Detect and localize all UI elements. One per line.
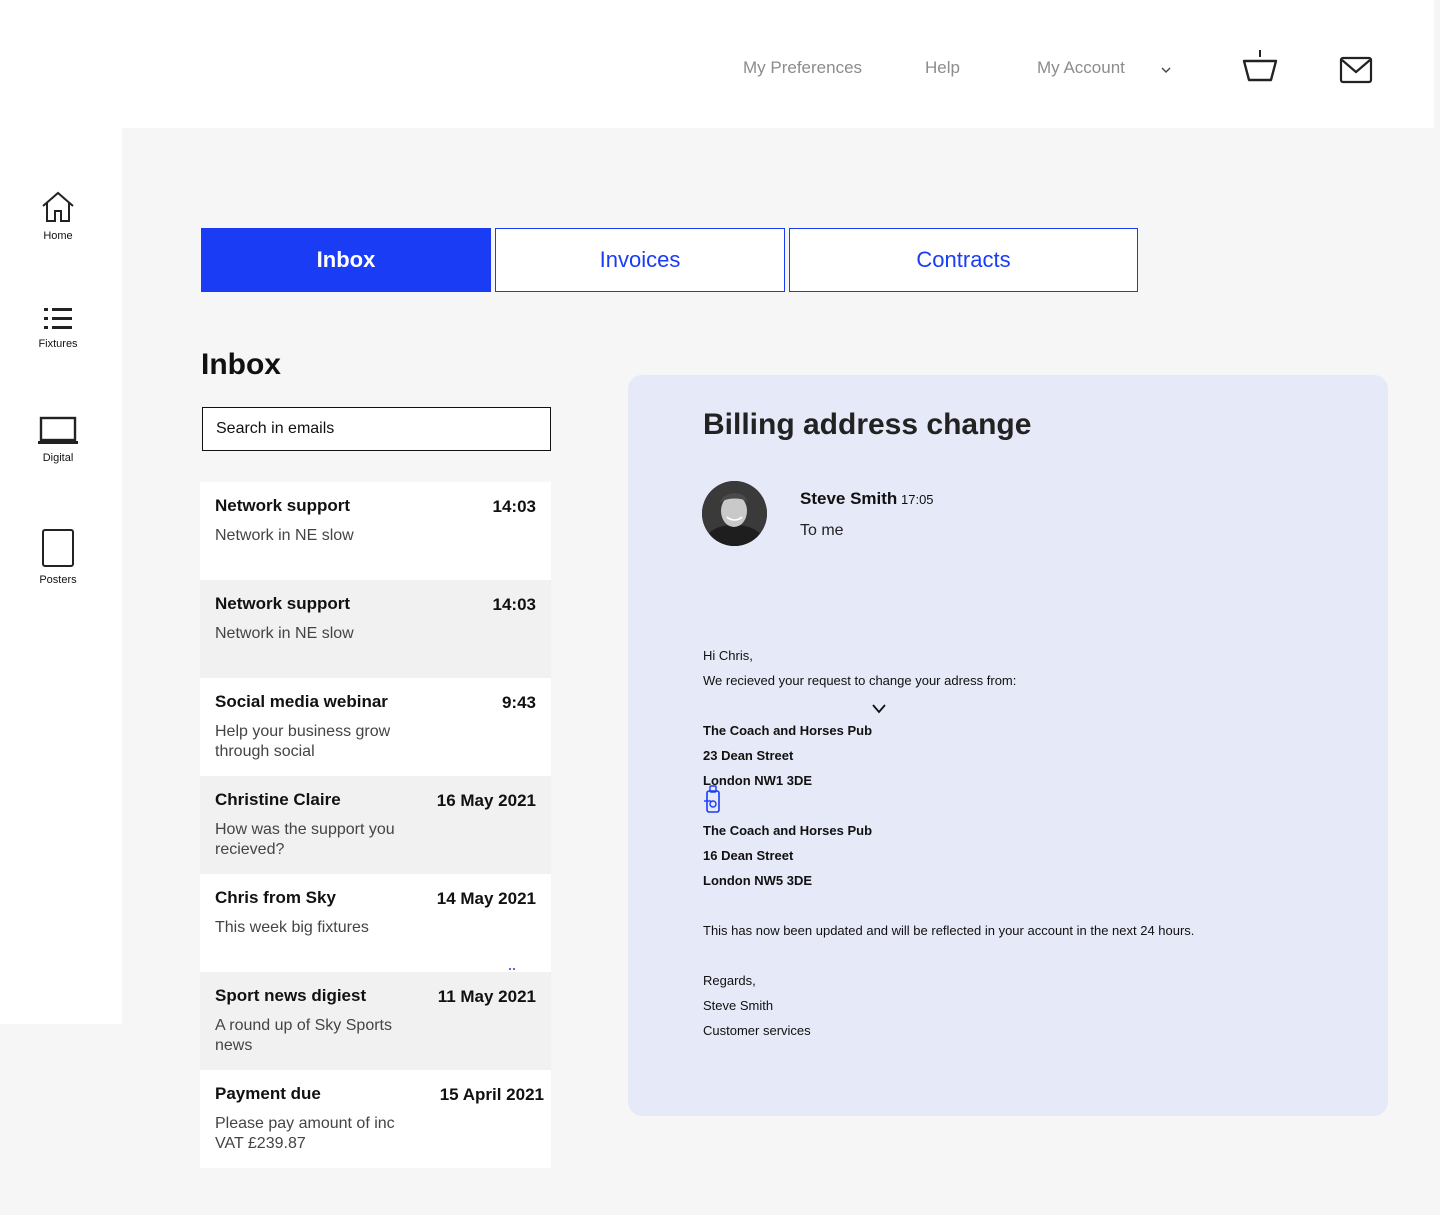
email-sender: Payment due (215, 1084, 321, 1103)
basket-icon[interactable] (1241, 48, 1279, 84)
help-link[interactable]: Help (925, 58, 960, 78)
paperclip-icon[interactable] (704, 784, 722, 814)
list-icon (44, 308, 72, 329)
email-preview: Help your business grow through social (215, 723, 391, 760)
list-item[interactable]: Payment due 15 April 2021 Please pay amo… (200, 1070, 551, 1168)
tab-invoices[interactable]: Invoices (495, 228, 785, 292)
top-header: My Preferences Help My Account (0, 0, 1434, 128)
message-signoff: Customer services (703, 1023, 811, 1038)
message-pane: Billing address change Steve Smith 17:05… (628, 375, 1388, 1116)
email-preview: This week big fixtures (215, 919, 369, 936)
search-input[interactable] (202, 407, 551, 451)
email-sender: Network support (215, 496, 351, 515)
sidebar-item-digital[interactable]: Digital (0, 416, 116, 464)
sidebar: Home Fixtures Digital Posters (0, 128, 122, 1024)
sidebar-item-posters[interactable]: Posters (0, 528, 116, 586)
scroll-marker-icon (509, 968, 515, 970)
tab-contracts[interactable]: Contracts (789, 228, 1138, 292)
new-address-line: 16 Dean Street (703, 848, 794, 863)
poster-icon (42, 529, 74, 567)
list-item[interactable]: Christine Claire 16 May 2021 How was the… (200, 776, 551, 874)
sidebar-item-fixtures[interactable]: Fixtures (0, 306, 116, 350)
email-time: 14 May 2021 (436, 889, 536, 908)
list-item[interactable]: Network support 14:03 Network in NE slow (200, 482, 551, 580)
message-signoff: Steve Smith (703, 998, 774, 1013)
message-recipient: To me (800, 522, 844, 539)
email-preview: How was the support you recieved? (215, 821, 395, 858)
message-intro: We recieved your request to change your … (703, 673, 1017, 688)
mail-icon[interactable] (1339, 56, 1373, 84)
message-signoff: Regards, (703, 973, 756, 988)
sidebar-item-label: Digital (42, 452, 74, 464)
message-sender: Steve Smith (800, 489, 898, 508)
laptop-icon (38, 416, 78, 444)
new-address-line: The Coach and Horses Pub (703, 823, 873, 838)
email-time: 16 May 2021 (436, 791, 536, 810)
sidebar-item-label: Home (43, 230, 73, 242)
chevron-down-icon[interactable] (871, 703, 887, 715)
new-address-line: London NW5 3DE (703, 873, 813, 888)
email-sender: Christine Claire (215, 790, 341, 809)
email-list: Network support 14:03 Network in NE slow… (200, 482, 551, 1168)
email-preview: A round up of Sky Sports news (215, 1017, 392, 1054)
tab-inbox[interactable]: Inbox (201, 228, 491, 292)
email-time: 14:03 (492, 497, 536, 516)
chevron-down-icon[interactable] (1158, 62, 1174, 78)
message-subject: Billing address change (703, 408, 1032, 441)
list-item[interactable]: Social media webinar 9:43 Help your busi… (200, 678, 551, 776)
list-item[interactable]: Sport news digiest 11 May 2021 A round u… (200, 972, 551, 1070)
home-icon (42, 191, 74, 222)
page-title: Inbox (201, 348, 281, 381)
email-sender: Network support (215, 594, 351, 613)
avatar (702, 481, 767, 546)
sidebar-item-label: Fixtures (38, 338, 78, 350)
email-sender: Social media webinar (215, 692, 388, 711)
message-time: 17:05 (901, 492, 934, 507)
list-item[interactable]: Chris from Sky 14 May 2021 This week big… (200, 874, 551, 972)
my-preferences-link[interactable]: My Preferences (743, 58, 862, 78)
message-greeting: Hi Chris, (703, 648, 753, 663)
message-body: This has now been updated and will be re… (703, 923, 1195, 938)
my-account-link[interactable]: My Account (1037, 58, 1125, 78)
email-preview: Network in NE slow (215, 527, 354, 544)
email-preview: Network in NE slow (215, 625, 354, 642)
email-time: 9:43 (501, 693, 536, 712)
email-time: 15 April 2021 (439, 1085, 544, 1104)
email-sender: Chris from Sky (215, 888, 336, 907)
email-sender: Sport news digiest (215, 986, 367, 1005)
old-address-line: The Coach and Horses Pub (703, 723, 873, 738)
email-time: 11 May 2021 (437, 987, 536, 1006)
email-preview: Please pay amount of inc VAT £239.87 (215, 1115, 395, 1152)
old-address-line: 23 Dean Street (703, 748, 794, 763)
sidebar-item-label: Posters (39, 574, 77, 586)
avatar-photo (702, 481, 767, 546)
list-item[interactable]: Network support 14:03 Network in NE slow (200, 580, 551, 678)
sidebar-item-home[interactable]: Home (0, 190, 116, 242)
email-time: 14:03 (492, 595, 536, 614)
